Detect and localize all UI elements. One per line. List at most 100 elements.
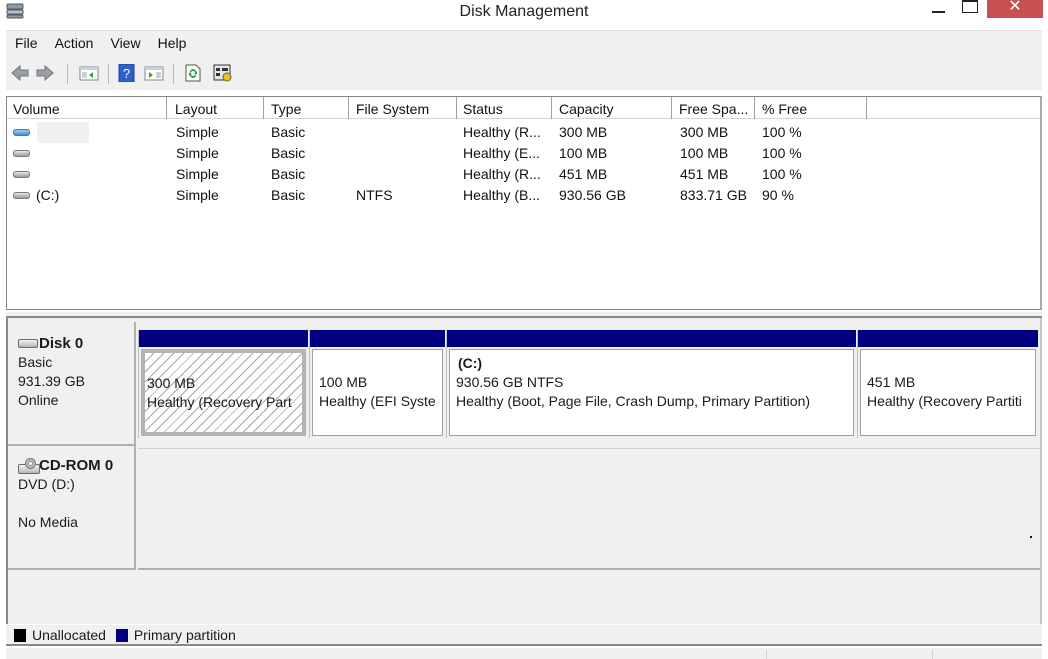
disk-state: No Media xyxy=(18,514,78,530)
partition-recovery-451mb[interactable]: 451 MB Healthy (Recovery Partiti xyxy=(857,330,1038,438)
menu-file[interactable]: File xyxy=(6,31,46,57)
status-cell: Healthy (E... xyxy=(463,145,541,161)
column-header-layout[interactable]: Layout xyxy=(169,97,264,119)
close-icon: ✕ xyxy=(1008,0,1022,15)
cdrom-0-area xyxy=(138,448,1040,570)
maximize-button[interactable] xyxy=(958,0,980,20)
partition-c-drive[interactable]: (C:) 930.56 GB NTFS Healthy (Boot, Page … xyxy=(446,330,856,438)
disk-0-label[interactable]: Disk 0 Basic 931.39 GB Online xyxy=(8,322,136,446)
back-arrow-icon[interactable] xyxy=(10,64,30,82)
column-header-status[interactable]: Status xyxy=(457,97,552,119)
percent-free-cell: 100 % xyxy=(762,124,802,140)
partition-recovery-300mb[interactable]: 300 MB Healthy (Recovery Part xyxy=(138,330,308,438)
status-cell: Healthy (R... xyxy=(463,124,541,140)
disk-state: Online xyxy=(18,392,59,408)
volume-name: (C:) xyxy=(36,187,60,203)
window-title: Disk Management xyxy=(459,3,589,20)
volume-cell xyxy=(7,143,36,164)
forward-arrow-icon[interactable] xyxy=(35,64,55,82)
disk-graphical-view: Disk 0 Basic 931.39 GB Online 300 MB Hea… xyxy=(6,318,1042,626)
svg-text:?: ? xyxy=(123,66,130,81)
legend-item-unallocated: Unallocated xyxy=(14,627,106,643)
partition-type-bar xyxy=(858,330,1038,347)
hard-disk-icon xyxy=(18,339,38,348)
column-header-volume[interactable]: Volume xyxy=(7,97,167,119)
column-header-file-system[interactable]: File System xyxy=(350,97,457,119)
partition-status: Healthy (Recovery Partiti xyxy=(867,393,1022,409)
focus-marker xyxy=(1030,536,1032,538)
file-system-cell xyxy=(350,164,356,185)
partition-efi-100mb[interactable]: 100 MB Healthy (EFI Syste xyxy=(309,330,445,438)
disk-0-partitions: 300 MB Healthy (Recovery Part 100 MB Hea… xyxy=(138,318,1040,448)
action-pane-icon[interactable] xyxy=(144,64,164,82)
volume-row[interactable]: (C:) Simple Basic NTFS Healthy (B... 930… xyxy=(7,185,1040,206)
console-tree-icon[interactable] xyxy=(79,64,99,82)
disk-name: Disk 0 xyxy=(39,335,84,352)
cdrom-0-label[interactable]: CD-ROM 0 DVD (D:) No Media xyxy=(8,446,136,570)
type-cell: Basic xyxy=(271,166,306,182)
volume-row[interactable]: Simple Basic Healthy (E... 100 MB 100 MB… xyxy=(7,143,1040,164)
column-header-type[interactable]: Type xyxy=(265,97,349,119)
status-cell: Healthy (R... xyxy=(463,166,541,182)
layout-cell: Simple xyxy=(176,124,219,140)
free-space-cell: 451 MB xyxy=(680,166,729,182)
partition-type-bar xyxy=(310,330,445,347)
capacity-cell: 930.56 GB xyxy=(559,187,626,203)
percent-free-cell: 90 % xyxy=(762,187,794,203)
partition-size: 451 MB xyxy=(867,374,916,390)
cd-rom-drive-icon xyxy=(18,457,40,474)
toolbar-separator xyxy=(173,64,174,84)
type-cell: Basic xyxy=(271,145,306,161)
column-header-capacity[interactable]: Capacity xyxy=(553,97,672,119)
status-cell: Healthy (B... xyxy=(463,187,541,203)
disk-name: CD-ROM 0 xyxy=(39,457,114,474)
percent-free-cell: 100 % xyxy=(762,145,802,161)
file-system-cell: NTFS xyxy=(356,187,393,203)
properties-icon[interactable] xyxy=(213,64,233,82)
capacity-cell: 300 MB xyxy=(559,124,608,140)
partition-status: Healthy (Recovery Part xyxy=(147,394,292,410)
volume-drive-icon xyxy=(13,170,30,178)
legend-label: Primary partition xyxy=(133,627,236,643)
partition-body: 300 MB Healthy (Recovery Part xyxy=(141,349,306,436)
layout-cell: Simple xyxy=(176,166,219,182)
disk-size: 931.39 GB xyxy=(18,373,85,389)
close-button[interactable]: ✕ xyxy=(987,0,1043,18)
column-header-free-space[interactable]: Free Spa... xyxy=(673,97,755,119)
column-header-percent-free[interactable]: % Free xyxy=(756,97,867,119)
minimize-button[interactable] xyxy=(928,0,950,20)
volume-list: Volume Layout Type File System Status Ca… xyxy=(6,96,1042,310)
refresh-icon[interactable] xyxy=(183,64,203,82)
disk-size xyxy=(18,494,134,513)
menu-action[interactable]: Action xyxy=(46,31,102,57)
volume-row[interactable]: Simple Basic Healthy (R... 300 MB 300 MB… xyxy=(7,122,1040,143)
legend-item-primary-partition: Primary partition xyxy=(115,627,236,643)
toolbar-separator xyxy=(67,64,68,84)
type-cell: Basic xyxy=(271,124,306,140)
partition-status: Healthy (Boot, Page File, Crash Dump, Pr… xyxy=(456,393,811,409)
file-system-cell xyxy=(350,122,356,143)
status-bar xyxy=(6,648,1042,659)
legend-label: Unallocated xyxy=(32,627,106,643)
unallocated-swatch-icon xyxy=(14,629,26,642)
partition-size: 300 MB xyxy=(147,375,196,391)
partition-body: 451 MB Healthy (Recovery Partiti xyxy=(860,349,1036,436)
toolbar-separator xyxy=(108,64,109,84)
status-bar-divider xyxy=(766,650,767,659)
disk-type: DVD (D:) xyxy=(18,476,75,492)
toolbar: ? xyxy=(6,56,1042,90)
volume-name-highlight xyxy=(37,122,89,143)
volume-drive-icon xyxy=(13,191,30,199)
partition-volume-label: (C:) xyxy=(458,355,483,371)
menu-help[interactable]: Help xyxy=(149,31,195,57)
partition-body: (C:) 930.56 GB NTFS Healthy (Boot, Page … xyxy=(449,349,854,436)
status-bar-divider xyxy=(932,650,933,659)
help-icon[interactable]: ? xyxy=(117,64,137,82)
volume-row[interactable]: Simple Basic Healthy (R... 451 MB 451 MB… xyxy=(7,164,1040,185)
type-cell: Basic xyxy=(271,187,306,203)
volume-drive-icon xyxy=(13,128,30,136)
menu-view[interactable]: View xyxy=(101,31,148,57)
capacity-cell: 451 MB xyxy=(559,166,608,182)
free-space-cell: 833.71 GB xyxy=(680,187,747,203)
menu-bar: File Action View Help xyxy=(6,30,1042,56)
